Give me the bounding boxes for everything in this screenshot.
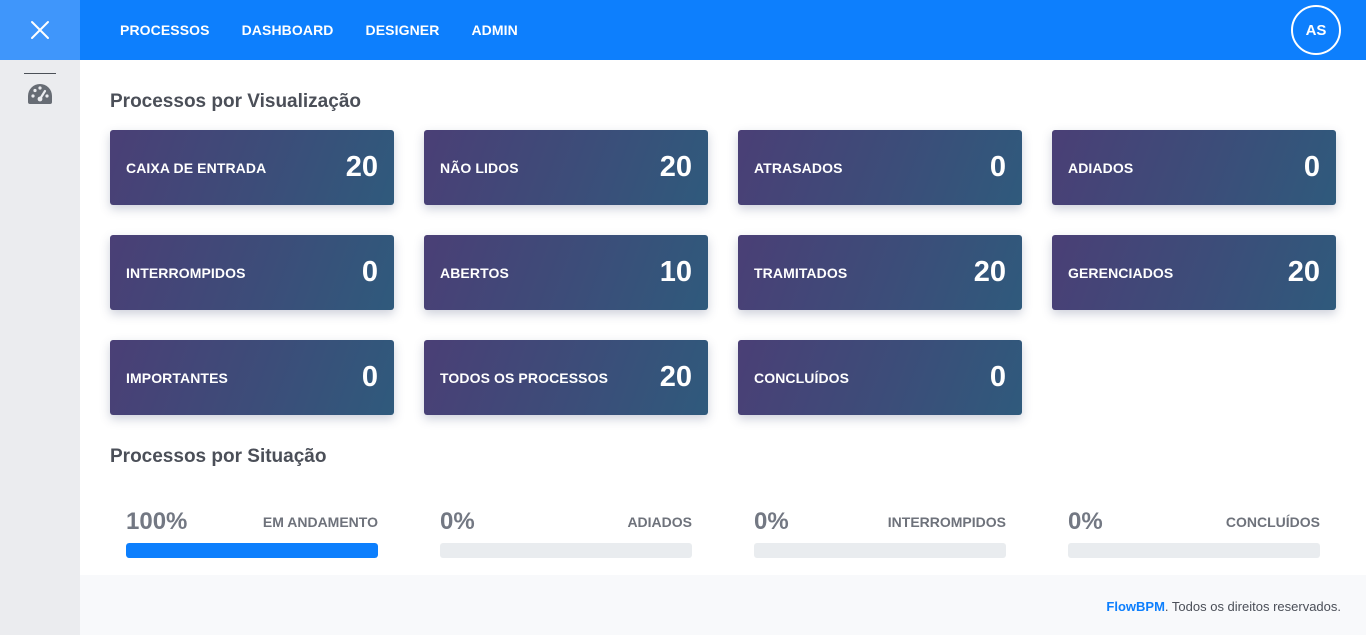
card-value: 0	[361, 256, 378, 288]
card-value: 20	[973, 256, 1006, 288]
card-label: NÃO LIDOS	[440, 159, 519, 176]
progress-track	[1068, 543, 1320, 558]
card-label: TODOS OS PROCESSOS	[440, 369, 609, 386]
sidebar	[0, 60, 80, 635]
card-label: CONCLUÍDOS	[754, 369, 850, 386]
card-label: IMPORTANTES	[126, 369, 228, 386]
card-value: 20	[659, 361, 692, 393]
card-abertos[interactable]: ABERTOS 10	[424, 235, 708, 310]
status-percent: 0%	[754, 508, 789, 535]
footer: FlowBPM. Todos os direitos reservados.	[80, 575, 1366, 635]
card-label: INTERROMPIDOS	[126, 264, 246, 281]
card-label: ADIADOS	[1068, 159, 1134, 176]
dashboard-gauge-icon[interactable]	[26, 82, 54, 106]
close-menu-button[interactable]	[0, 0, 80, 60]
nav-item-admin[interactable]: ADMIN	[471, 22, 517, 38]
status-percent: 0%	[440, 508, 475, 535]
status-label: EM ANDAMENTO	[262, 514, 378, 530]
card-interrompidos[interactable]: INTERROMPIDOS 0	[110, 235, 394, 310]
status-percent: 100%	[126, 508, 188, 535]
top-navbar: PROCESSOS DASHBOARD DESIGNER ADMIN AS	[0, 0, 1366, 60]
card-value: 20	[659, 151, 692, 183]
card-value: 0	[989, 151, 1006, 183]
section-title-visualizacao: Processos por Visualização	[110, 91, 361, 112]
status-adiados: 0% ADIADOS	[440, 508, 692, 558]
section-title-situacao: Processos por Situação	[110, 446, 327, 467]
card-value: 10	[659, 256, 692, 288]
card-tramitados[interactable]: TRAMITADOS 20	[738, 235, 1022, 310]
footer-brand-link[interactable]: FlowBPM	[1106, 599, 1165, 614]
card-label: GERENCIADOS	[1068, 264, 1174, 281]
card-atrasados[interactable]: ATRASADOS 0	[738, 130, 1022, 205]
card-value: 20	[1287, 256, 1320, 288]
footer-copyright: . Todos os direitos reservados.	[1164, 599, 1341, 614]
card-value: 20	[345, 151, 378, 183]
progress-track	[754, 543, 1006, 558]
card-label: ATRASADOS	[754, 159, 843, 176]
status-concluidos: 0% CONCLUÍDOS	[1068, 508, 1320, 558]
status-label: ADIADOS	[627, 514, 692, 530]
status-interrompidos: 0% INTERROMPIDOS	[754, 508, 1006, 558]
progress-fill	[126, 543, 378, 558]
progress-track	[440, 543, 692, 558]
nav-item-dashboard[interactable]: DASHBOARD	[242, 22, 334, 38]
card-importantes[interactable]: IMPORTANTES 0	[110, 340, 394, 415]
card-caixa-de-entrada[interactable]: CAIXA DE ENTRADA 20	[110, 130, 394, 205]
progress-track	[126, 543, 378, 558]
card-label: TRAMITADOS	[754, 264, 848, 281]
card-concluidos[interactable]: CONCLUÍDOS 0	[738, 340, 1022, 415]
card-value: 0	[361, 361, 378, 393]
status-em-andamento: 100% EM ANDAMENTO	[126, 508, 378, 558]
status-label: CONCLUÍDOS	[1225, 514, 1320, 530]
card-value: 0	[989, 361, 1006, 393]
main-nav: PROCESSOS DASHBOARD DESIGNER ADMIN	[120, 0, 550, 60]
card-label: CAIXA DE ENTRADA	[126, 159, 267, 176]
card-gerenciados[interactable]: GERENCIADOS 20	[1052, 235, 1336, 310]
close-icon	[31, 21, 49, 39]
status-label: INTERROMPIDOS	[887, 514, 1006, 530]
card-label: ABERTOS	[440, 264, 509, 281]
nav-item-processos[interactable]: PROCESSOS	[120, 22, 210, 38]
footer-text: FlowBPM. Todos os direitos reservados.	[1106, 599, 1341, 614]
status-percent: 0%	[1068, 508, 1103, 535]
card-value: 0	[1303, 151, 1320, 183]
sidebar-divider	[24, 73, 56, 74]
user-avatar[interactable]: AS	[1291, 5, 1341, 55]
card-adiados[interactable]: ADIADOS 0	[1052, 130, 1336, 205]
card-nao-lidos[interactable]: NÃO LIDOS 20	[424, 130, 708, 205]
nav-item-designer[interactable]: DESIGNER	[366, 22, 440, 38]
card-todos-os-processos[interactable]: TODOS OS PROCESSOS 20	[424, 340, 708, 415]
